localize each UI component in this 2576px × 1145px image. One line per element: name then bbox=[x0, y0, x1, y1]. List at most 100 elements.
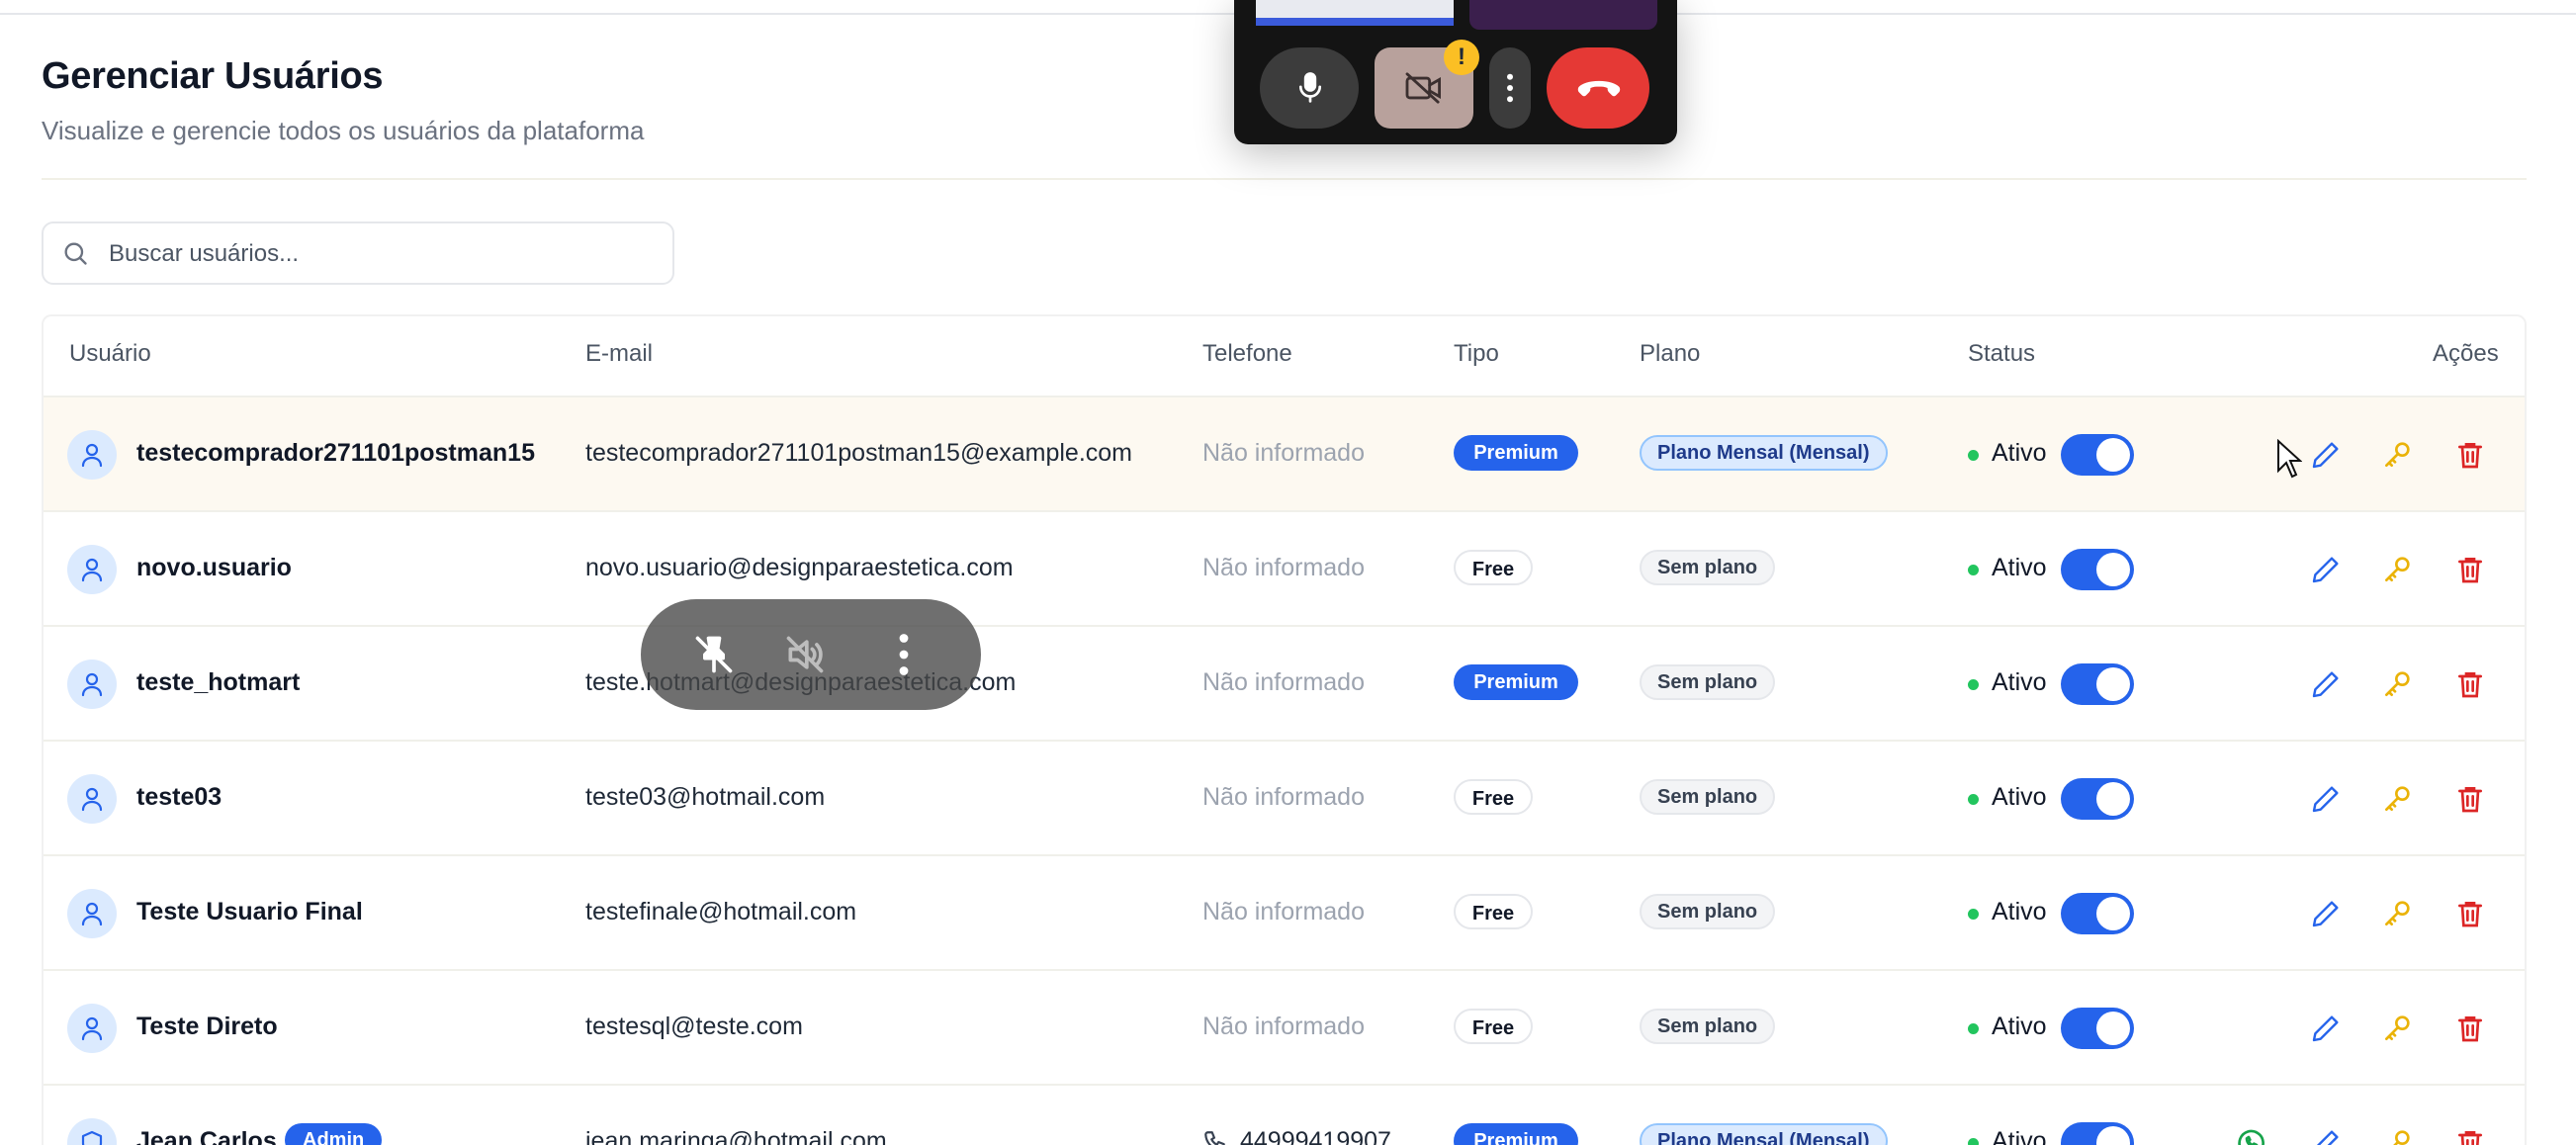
admin-badge: Admin bbox=[285, 1123, 383, 1145]
status-dot bbox=[1968, 450, 1979, 461]
tipo-badge: Premium bbox=[1454, 1123, 1578, 1145]
trash-icon[interactable] bbox=[2454, 898, 2486, 929]
key-icon[interactable] bbox=[2381, 1013, 2413, 1044]
user-email: jean.maringa@hotmail.com bbox=[585, 1127, 887, 1145]
trash-icon[interactable] bbox=[2454, 1127, 2486, 1145]
whatsapp-icon[interactable] bbox=[2235, 1127, 2266, 1145]
user-email: testefinale@hotmail.com bbox=[585, 898, 857, 925]
status-dot bbox=[1968, 909, 1979, 920]
page-title: Gerenciar Usuários bbox=[42, 55, 384, 97]
plano-badge: Plano Mensal (Mensal) bbox=[1640, 435, 1888, 471]
trash-icon[interactable] bbox=[2454, 783, 2486, 815]
user-icon bbox=[81, 558, 103, 582]
call-thumbnail-self bbox=[1256, 0, 1454, 26]
key-icon[interactable] bbox=[2381, 554, 2413, 585]
status-text: Ativo bbox=[1992, 1127, 2047, 1145]
hang-up-button[interactable] bbox=[1547, 47, 1649, 129]
key-icon[interactable] bbox=[2381, 1127, 2413, 1145]
user-name: testecomprador271101postman15 bbox=[136, 439, 535, 467]
pip-control-bar bbox=[641, 599, 981, 710]
mouse-cursor-icon bbox=[2277, 439, 2302, 479]
table-row: teste03 teste03@hotmail.com Não informad… bbox=[44, 740, 2525, 854]
status-text: Ativo bbox=[1992, 439, 2047, 467]
avatar bbox=[67, 889, 117, 938]
toggle-knob bbox=[2096, 1012, 2130, 1045]
trash-icon[interactable] bbox=[2454, 668, 2486, 700]
trash-icon[interactable] bbox=[2454, 554, 2486, 585]
status-toggle[interactable] bbox=[2061, 893, 2134, 934]
microphone-button[interactable] bbox=[1260, 47, 1359, 129]
pencil-icon[interactable] bbox=[2310, 1127, 2342, 1145]
status-toggle[interactable] bbox=[2061, 549, 2134, 590]
col-header-acoes: Ações bbox=[2433, 340, 2499, 367]
users-table: Usuário E-mail Telefone Tipo Plano Statu… bbox=[42, 314, 2527, 1145]
pencil-icon[interactable] bbox=[2310, 1013, 2342, 1044]
col-header-tipo: Tipo bbox=[1454, 340, 1499, 367]
mute-icon[interactable] bbox=[783, 633, 827, 676]
tipo-badge: Free bbox=[1454, 550, 1533, 585]
pencil-icon[interactable] bbox=[2310, 783, 2342, 815]
search-input[interactable] bbox=[107, 233, 665, 275]
header-divider bbox=[42, 178, 2527, 180]
status-text: Ativo bbox=[1992, 554, 2047, 581]
key-icon[interactable] bbox=[2381, 439, 2413, 471]
table-header: Usuário E-mail Telefone Tipo Plano Statu… bbox=[44, 316, 2525, 396]
key-icon[interactable] bbox=[2381, 668, 2413, 700]
user-phone: Não informado bbox=[1202, 783, 1365, 811]
avatar bbox=[67, 545, 117, 594]
plano-badge: Sem plano bbox=[1640, 779, 1776, 815]
toggle-knob bbox=[2096, 667, 2130, 701]
pencil-icon[interactable] bbox=[2310, 898, 2342, 929]
call-thumbnail-participant bbox=[1469, 0, 1657, 30]
plano-badge: Sem plano bbox=[1640, 894, 1776, 929]
pencil-icon[interactable] bbox=[2310, 439, 2342, 471]
toggle-knob bbox=[2096, 897, 2130, 930]
more-options-button[interactable] bbox=[1489, 47, 1531, 129]
avatar bbox=[67, 774, 117, 824]
status-dot bbox=[1968, 1023, 1979, 1034]
page-subtitle: Visualize e gerencie todos os usuários d… bbox=[42, 116, 645, 145]
status-toggle[interactable] bbox=[2061, 1122, 2134, 1145]
thumbnail-bar bbox=[1256, 18, 1454, 26]
tipo-badge: Free bbox=[1454, 1009, 1533, 1044]
pencil-icon[interactable] bbox=[2310, 554, 2342, 585]
status-toggle[interactable] bbox=[2061, 434, 2134, 476]
col-header-status: Status bbox=[1968, 340, 2036, 367]
user-phone: Não informado bbox=[1202, 898, 1365, 925]
user-icon bbox=[81, 787, 103, 812]
avatar bbox=[67, 430, 117, 480]
user-name: teste_hotmart bbox=[136, 668, 301, 696]
status-text: Ativo bbox=[1992, 1013, 2047, 1040]
more-vertical-icon bbox=[1507, 73, 1513, 103]
avatar bbox=[67, 1004, 117, 1053]
tipo-badge: Free bbox=[1454, 894, 1533, 929]
key-icon[interactable] bbox=[2381, 783, 2413, 815]
user-name: novo.usuario bbox=[136, 554, 292, 581]
status-toggle[interactable] bbox=[2061, 1008, 2134, 1049]
more-vertical-icon[interactable] bbox=[894, 633, 914, 676]
trash-icon[interactable] bbox=[2454, 1013, 2486, 1044]
status-text: Ativo bbox=[1992, 668, 2047, 696]
pencil-icon[interactable] bbox=[2310, 668, 2342, 700]
search-box[interactable] bbox=[42, 221, 674, 285]
plano-badge: Sem plano bbox=[1640, 664, 1776, 700]
status-toggle[interactable] bbox=[2061, 663, 2134, 705]
col-header-usuario: Usuário bbox=[69, 340, 151, 367]
user-icon bbox=[81, 902, 103, 926]
status-dot bbox=[1968, 794, 1979, 805]
user-icon bbox=[81, 672, 103, 697]
user-email: teste03@hotmail.com bbox=[585, 783, 826, 811]
shield-icon bbox=[81, 1130, 103, 1145]
user-name: Jean Carlos bbox=[136, 1127, 277, 1145]
trash-icon[interactable] bbox=[2454, 439, 2486, 471]
key-icon[interactable] bbox=[2381, 898, 2413, 929]
unpin-icon[interactable] bbox=[692, 633, 736, 676]
status-toggle[interactable] bbox=[2061, 778, 2134, 820]
tipo-badge: Premium bbox=[1454, 664, 1578, 700]
tipo-badge: Premium bbox=[1454, 435, 1578, 471]
toggle-knob bbox=[2096, 553, 2130, 586]
toggle-knob bbox=[2096, 1126, 2130, 1145]
table-row: Teste Usuario Final testefinale@hotmail.… bbox=[44, 854, 2525, 969]
user-email: novo.usuario@designparaestetica.com bbox=[585, 554, 1014, 581]
table-row: testecomprador271101postman15 testecompr… bbox=[44, 396, 2525, 510]
